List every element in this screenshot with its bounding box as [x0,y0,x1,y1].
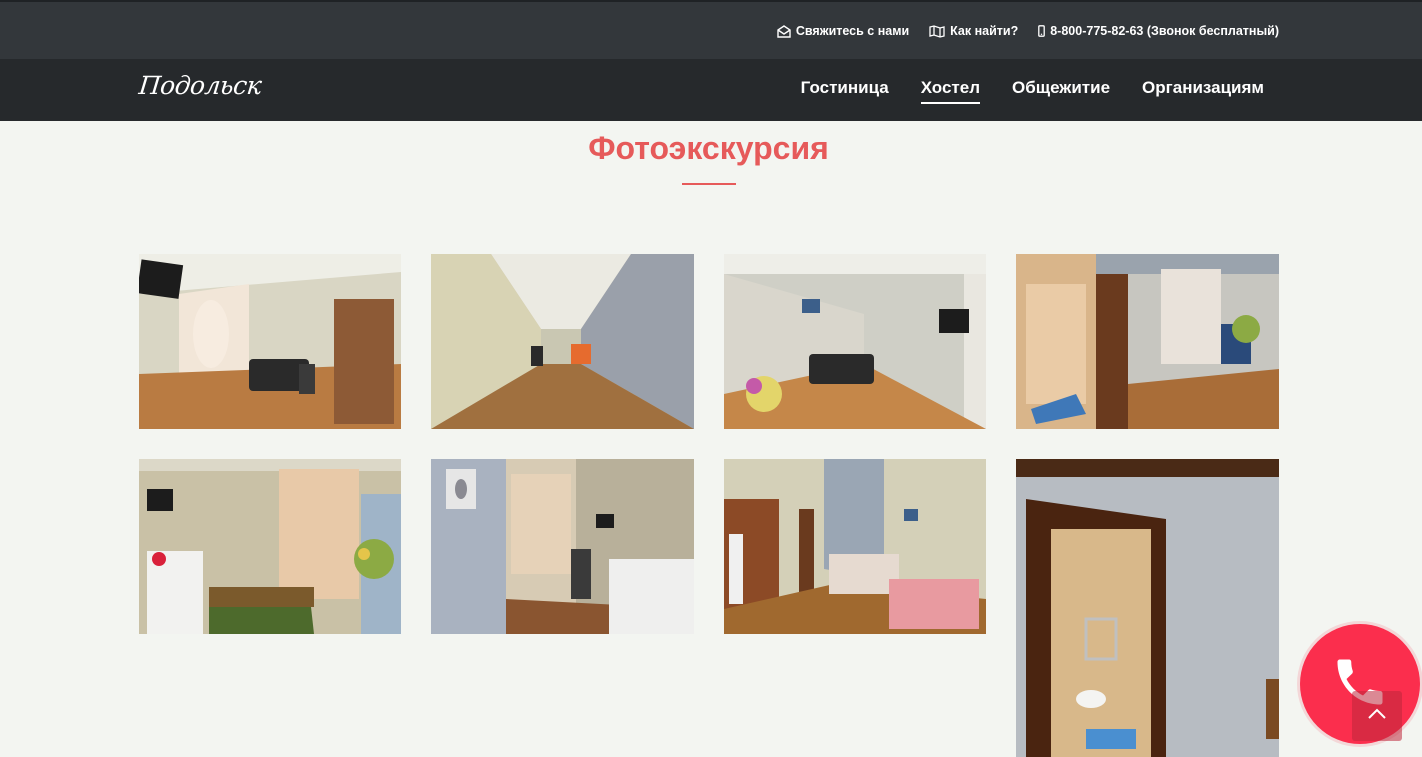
gallery-photo-room-desk[interactable] [431,459,694,634]
gallery-photo-room-bath[interactable] [1016,254,1279,429]
menu-item-dormitory[interactable]: Общежитие [1012,78,1110,104]
map-icon [929,24,945,38]
chevron-up-icon [1367,707,1387,725]
gallery-photo-room-beds[interactable] [724,459,986,634]
menu-item-hotel[interactable]: Гостиница [801,78,889,104]
directions-link-label: Как найти? [950,24,1019,38]
contact-link-label: Свяжитесь с нами [795,24,910,38]
mobile-phone-icon [1038,25,1046,37]
main-menu: Гостиница Хостел Общежитие Организациям [801,78,1264,104]
contact-link[interactable]: Свяжитесь с нами [777,24,909,38]
directions-link[interactable]: Как найти? [929,24,1018,38]
top-bar-links: Свяжитесь с нами Как найти? 8-800-775-82… [777,24,1279,38]
gallery-photo-lounge-sofa[interactable] [724,254,986,429]
menu-item-hostel[interactable]: Хостел [920,78,980,104]
phone-link[interactable]: 8-800-775-82-63 (Звонок бесплатный) [1038,24,1279,38]
gallery-photo-room-fridge[interactable] [139,459,401,634]
title-underline [682,183,736,185]
gallery-photo-lounge-tv[interactable] [139,254,401,429]
scroll-to-top-button[interactable] [1352,691,1402,741]
gallery-photo-hallway[interactable] [431,254,694,429]
phone-link-label: 8-800-775-82-63 (Звонок бесплатный) [1050,24,1279,38]
site-logo[interactable]: Подольск [137,71,262,100]
envelope-open-icon [777,24,791,38]
menu-item-organizations[interactable]: Организациям [1142,78,1264,104]
section-title: Фотоэкскурсия [588,130,829,166]
main-navbar: Подольск Гостиница Хостел Общежитие Орга… [0,59,1422,121]
gallery-photo-bathroom-door[interactable] [1016,459,1279,757]
top-bar: Свяжитесь с нами Как найти? 8-800-775-82… [0,0,1422,59]
